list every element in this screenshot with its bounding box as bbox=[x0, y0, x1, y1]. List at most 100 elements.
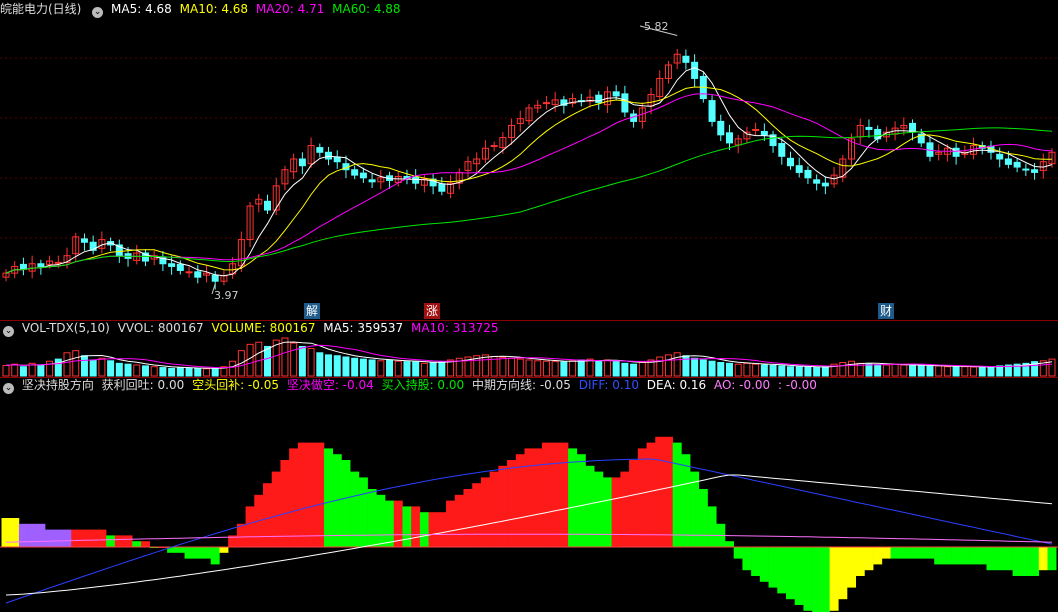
indicator-chart-svg[interactable] bbox=[0, 377, 1058, 612]
volume-bar bbox=[63, 352, 71, 377]
collapse-icon[interactable]: ⌄ bbox=[3, 383, 14, 394]
volume-bar bbox=[577, 359, 585, 377]
indicator-bar bbox=[123, 535, 133, 547]
volume-bar bbox=[124, 363, 132, 377]
indicator-bar bbox=[106, 535, 116, 547]
volume-bar bbox=[882, 364, 890, 377]
volume-bar bbox=[656, 356, 664, 377]
indicator-bar bbox=[71, 529, 81, 547]
candle-body bbox=[359, 172, 367, 179]
indicator-bar bbox=[681, 454, 691, 547]
indicator-bar bbox=[742, 547, 752, 571]
candle-body bbox=[194, 271, 202, 278]
volume-bar bbox=[211, 367, 219, 377]
volume-bar bbox=[778, 365, 786, 377]
volume-bar bbox=[612, 360, 620, 377]
indicator-bar bbox=[707, 506, 717, 547]
indicator-bar bbox=[960, 547, 970, 565]
candle-body bbox=[996, 153, 1004, 160]
vol-indicator-name[interactable]: VOL-TDX(5,10) bbox=[22, 321, 110, 335]
candle-body bbox=[351, 169, 359, 176]
candle-body bbox=[316, 147, 324, 153]
indicator-bar bbox=[306, 442, 316, 547]
collapse-icon[interactable]: ⌄ bbox=[3, 326, 14, 337]
candle-body bbox=[760, 130, 768, 136]
volume-bar bbox=[987, 366, 995, 377]
volume-bar bbox=[394, 360, 402, 377]
candle-body bbox=[708, 100, 716, 122]
indicator-bar bbox=[663, 436, 673, 547]
volume-bar bbox=[2, 364, 10, 377]
indicator-bar bbox=[646, 442, 656, 547]
volume-bar bbox=[290, 342, 298, 377]
candle-body bbox=[778, 143, 786, 157]
event-tag-rise[interactable]: 涨 bbox=[424, 303, 440, 319]
candle-body bbox=[1022, 168, 1030, 171]
indicator-bar bbox=[611, 477, 621, 547]
volume-bar bbox=[804, 366, 812, 377]
volume-bar bbox=[115, 362, 123, 377]
candle-body bbox=[368, 179, 376, 183]
candle-body bbox=[865, 126, 873, 130]
volume-bar bbox=[638, 361, 646, 377]
indicator-bar bbox=[986, 547, 996, 571]
indicator-bar bbox=[515, 454, 525, 547]
volume-bar bbox=[89, 359, 97, 377]
collapse-icon[interactable]: ⌄ bbox=[92, 7, 104, 18]
short-back-value: 空头回补: -0.05 bbox=[192, 378, 279, 392]
volume-bar bbox=[542, 360, 550, 377]
indicator-bar bbox=[550, 442, 560, 547]
indicator-bar bbox=[18, 523, 28, 547]
candle-body bbox=[621, 93, 629, 113]
indicator-bar bbox=[27, 523, 37, 547]
event-tag-unlock[interactable]: 解 bbox=[304, 303, 320, 319]
indicator-chart-panel[interactable]: ⌄ 坚决持股方向 获利回吐: 0.00 空头回补: -0.05 坚决做空: -0… bbox=[0, 377, 1058, 612]
indicator-bar bbox=[498, 465, 508, 547]
volume-bar bbox=[246, 343, 254, 377]
volume-bar bbox=[194, 367, 202, 377]
indicator-bar bbox=[977, 547, 987, 565]
volume-bar bbox=[281, 337, 289, 377]
event-tag-finance[interactable]: 财 bbox=[878, 303, 894, 319]
indicator-bar bbox=[385, 500, 395, 547]
candle-body bbox=[787, 157, 794, 167]
indicator-bar bbox=[79, 529, 89, 547]
volume-bar bbox=[551, 361, 559, 377]
indicator-bar bbox=[297, 442, 307, 547]
volume-bar bbox=[54, 358, 62, 377]
indicator-bar bbox=[925, 547, 935, 559]
indicator-bar bbox=[838, 547, 848, 600]
indicator-bar bbox=[541, 442, 551, 547]
indicator-bar bbox=[533, 448, 543, 547]
indicator-bar bbox=[829, 547, 839, 611]
indicator-bar bbox=[881, 547, 891, 559]
last-value: : -0.00 bbox=[778, 378, 817, 392]
volume-bar bbox=[19, 366, 27, 377]
indicator-bar bbox=[864, 547, 874, 571]
volume-bar bbox=[508, 357, 516, 377]
volume-bar bbox=[691, 357, 699, 377]
indicator-bar bbox=[184, 547, 194, 559]
candle-body bbox=[176, 263, 184, 271]
indicator-bar bbox=[463, 489, 473, 547]
volume-bar bbox=[664, 354, 672, 377]
volume-bar bbox=[11, 363, 19, 377]
candle-body bbox=[185, 271, 193, 274]
price-chart-panel[interactable]: 皖能电力(日线) ⌄ MA5: 4.68 MA10: 4.68 MA20: 4.… bbox=[0, 0, 1058, 320]
volume-chart-panel[interactable]: ⌄ VOL-TDX(5,10) VVOL: 800167 VOLUME: 800… bbox=[0, 320, 1058, 377]
price-legend: 皖能电力(日线) ⌄ MA5: 4.68 MA10: 4.68 MA20: 4.… bbox=[0, 1, 405, 18]
candle-body bbox=[211, 274, 219, 282]
price-chart-svg[interactable] bbox=[0, 0, 1058, 320]
stock-name[interactable]: 皖能电力(日线) bbox=[0, 2, 81, 16]
indicator-bar bbox=[419, 512, 429, 547]
indicator-bar bbox=[1021, 547, 1031, 576]
indicator-name[interactable]: 坚决持股方向 bbox=[22, 378, 94, 392]
volume-bar bbox=[98, 357, 106, 377]
indicator-bar bbox=[140, 541, 150, 547]
candle-body bbox=[725, 132, 733, 144]
indicator-bar bbox=[969, 547, 979, 565]
indicator-bar bbox=[637, 448, 647, 547]
indicator-bar bbox=[480, 477, 490, 547]
indicator-bar bbox=[951, 547, 961, 565]
indicator-bar bbox=[1047, 547, 1057, 571]
